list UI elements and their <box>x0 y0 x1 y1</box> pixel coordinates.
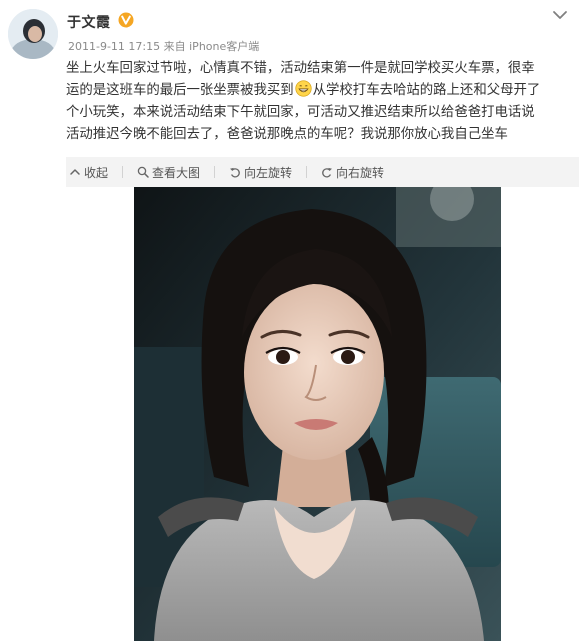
post-photo[interactable] <box>134 187 501 641</box>
view-large-label: 查看大图 <box>152 165 201 180</box>
toolbar-divider <box>306 166 308 178</box>
source-prefix: 来自 <box>163 40 186 53</box>
grin-emoji-icon <box>295 80 312 97</box>
post-timestamp[interactable]: 2011-9-11 17:15 <box>68 40 160 53</box>
avatar-image <box>8 9 58 59</box>
avatar[interactable] <box>8 9 58 59</box>
collapse-button[interactable]: 收起 <box>69 164 108 181</box>
author-name[interactable]: 于文霞 <box>67 12 111 32</box>
post-content-line: 坐上火车回家过节啦，心情真不错，活动结束第一件是就回学校买火车票，很幸 <box>66 61 535 76</box>
collapse-icon <box>70 169 80 175</box>
rotate-right-button[interactable]: 向右旋转 <box>321 164 384 181</box>
rotate-left-button[interactable]: 向左旋转 <box>229 164 292 181</box>
toolbar-divider <box>122 166 124 178</box>
toolbar-divider <box>214 166 216 178</box>
post-content-line: 运的是这班车的最后一张坐票被我买到 从学校打车去哈站的路上还和父母开了 <box>66 80 570 102</box>
chevron-down-icon[interactable] <box>551 8 569 22</box>
rotate-right-icon <box>322 167 333 178</box>
post-source[interactable]: iPhone客户端 <box>189 40 259 53</box>
post-content: 坐上火车回家过节啦，心情真不错，活动结束第一件是就回学校买火车票，很幸 运的是这… <box>66 58 570 146</box>
post-content-line: 个小玩笑，本来说活动结束下午就回家，可活动又推迟结束所以给爸爸打电话说 <box>66 105 535 120</box>
zoom-icon <box>137 166 149 178</box>
post-photo-image <box>134 187 501 641</box>
image-toolbar: 收起 查看大图 向左旋转 向右旋转 <box>66 157 579 187</box>
view-large-button[interactable]: 查看大图 <box>137 164 200 181</box>
post-content-segment: 从学校打车去哈站的路上还和父母开了 <box>312 83 541 98</box>
post-content-line: 活动推迟今晚不能回去了，爸爸说那晚点的车呢？我说那你放心我自己坐车 <box>66 127 508 142</box>
rotate-right-label: 向右旋转 <box>336 165 385 180</box>
rotate-left-icon <box>230 167 240 178</box>
rotate-left-label: 向左旋转 <box>244 165 293 180</box>
collapse-label: 收起 <box>84 165 109 180</box>
verified-v-icon <box>118 12 134 28</box>
post-content-segment: 运的是这班车的最后一张坐票被我买到 <box>66 83 294 98</box>
post-meta: 2011-9-11 17:15 来自 iPhone客户端 <box>68 38 259 54</box>
